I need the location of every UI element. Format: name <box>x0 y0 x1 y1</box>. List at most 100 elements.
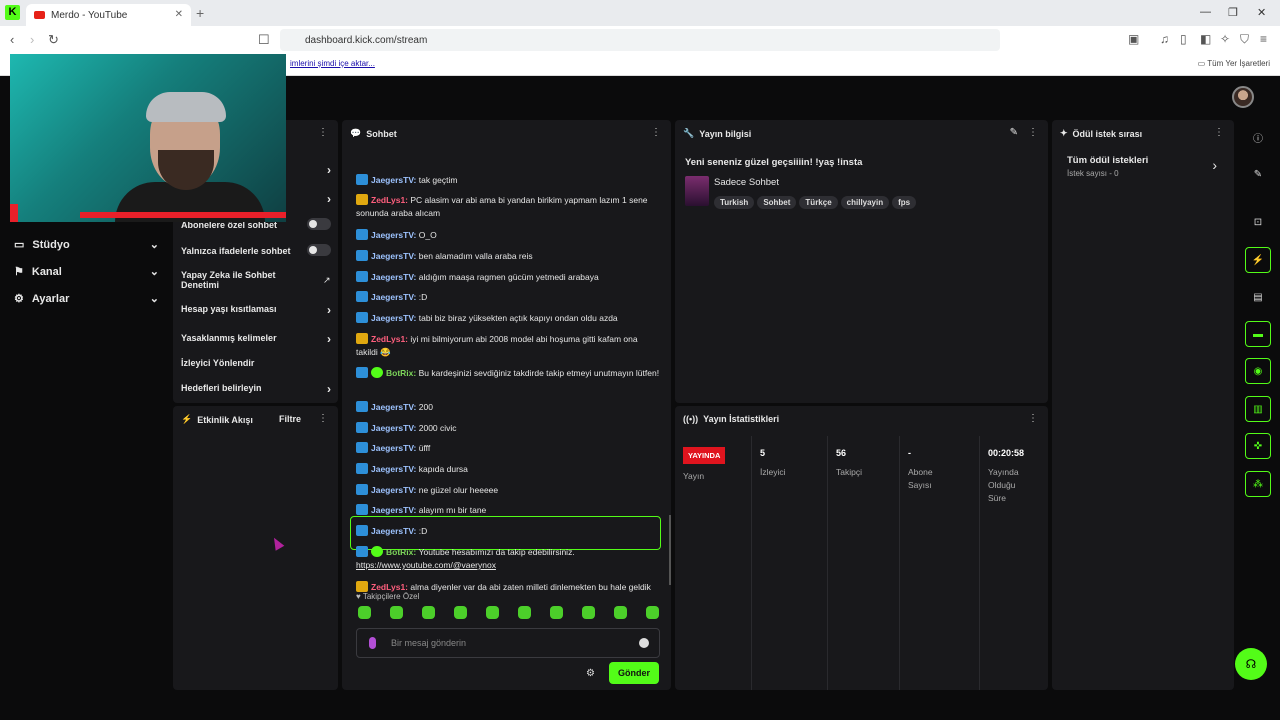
chat-username[interactable]: JaegersTV <box>371 251 414 261</box>
chat-message: JaegersTV: aldığım maaşa ragmen gücüm ye… <box>356 271 661 284</box>
emote-icon[interactable] <box>614 606 627 619</box>
nav-item-studio[interactable]: ▭ Stüdyo ⌄ <box>14 238 159 252</box>
nav-item-channel[interactable]: ⚑ Kanal ⌄ <box>14 265 159 279</box>
chat-username[interactable]: JaegersTV <box>371 402 414 412</box>
close-tab-icon[interactable]: ✕ <box>175 9 183 20</box>
forward-icon[interactable]: › <box>30 32 34 47</box>
emote-icon[interactable] <box>486 606 499 619</box>
chat-username[interactable]: JaegersTV <box>371 313 414 323</box>
chat-settings-gear-icon[interactable]: ⚙ <box>586 668 595 679</box>
emoji-picker-icon[interactable] <box>639 638 649 648</box>
more-options-icon[interactable]: ⋮ <box>651 127 661 138</box>
chat-username[interactable]: BotRix <box>386 547 413 557</box>
sidebar-icon[interactable]: ▯ <box>1180 32 1187 46</box>
emote-row <box>358 606 659 619</box>
chat-tool-icon[interactable]: ▬ <box>1245 321 1271 347</box>
pencil-icon[interactable]: ✎ <box>1245 161 1271 187</box>
url-field[interactable]: dashboard.kick.com/stream <box>280 29 1000 51</box>
chat-username[interactable]: JaegersTV <box>371 526 414 536</box>
chat-username[interactable]: JaegersTV <box>371 485 414 495</box>
panel-tool-icon[interactable]: ▥ <box>1245 396 1271 422</box>
subscriber-only-toggle[interactable] <box>307 218 331 230</box>
chat-username[interactable]: JaegersTV <box>371 230 414 240</box>
minimize-icon[interactable]: — <box>1200 6 1211 18</box>
emote-icon[interactable] <box>422 606 435 619</box>
chat-username[interactable]: JaegersTV <box>371 292 414 302</box>
extension-icon[interactable]: ▣ <box>1128 32 1139 46</box>
chat-input[interactable]: Bir mesaj gönderin <box>356 628 660 658</box>
chat-username[interactable]: ZedLys1 <box>371 582 405 592</box>
reward-tool-icon[interactable]: ⁂ <box>1245 471 1271 497</box>
account-age-row[interactable]: Hesap yaşı kısıtlaması › <box>181 303 331 317</box>
user-badge-icon <box>356 367 368 378</box>
vpn-icon[interactable]: ⛉ <box>1240 32 1249 47</box>
emote-only-toggle[interactable] <box>307 244 331 256</box>
emote-icon[interactable] <box>646 606 659 619</box>
ai-moderation-row[interactable]: Yapay Zeka ile Sohbet Denetimi <box>181 270 301 290</box>
edit-icon[interactable]: ✎ <box>1010 127 1018 138</box>
nav-item-settings[interactable]: ⚙ Ayarlar ⌄ <box>14 292 159 306</box>
chat-scrollbar[interactable] <box>669 515 671 585</box>
set-goals-row[interactable]: Hedefleri belirleyin › <box>181 382 331 396</box>
chat-username[interactable]: JaegersTV <box>371 505 414 515</box>
emote-icon[interactable] <box>454 606 467 619</box>
music-icon[interactable]: ♫ <box>1160 32 1169 46</box>
new-tab-button[interactable]: + <box>196 5 204 21</box>
more-options-icon[interactable]: ⋮ <box>318 413 328 424</box>
chat-username[interactable]: JaegersTV <box>371 175 414 185</box>
menu-icon[interactable]: ≡ <box>1260 32 1267 46</box>
broadcast-tool-icon[interactable]: ◉ <box>1245 358 1271 384</box>
wallet-icon[interactable]: ◧ <box>1200 32 1211 46</box>
more-options-icon[interactable]: ⋮ <box>1214 127 1224 138</box>
all-bookmarks-button[interactable]: ▭ Tüm Yer İşaretleri <box>1198 59 1270 68</box>
nav-label: Ayarlar <box>31 292 70 305</box>
user-badge-icon <box>356 525 368 536</box>
lightning-tool-icon[interactable]: ⚡ <box>1245 247 1271 273</box>
close-window-icon[interactable]: ✕ <box>1257 6 1266 19</box>
chat-text: O_O <box>418 230 437 240</box>
emote-icon[interactable] <box>390 606 403 619</box>
more-options-icon[interactable]: ⋮ <box>318 127 328 138</box>
stat-followers: 56 Takipçi <box>827 436 899 690</box>
microphone-icon[interactable] <box>369 637 376 649</box>
more-options-icon[interactable]: ⋮ <box>1028 413 1038 424</box>
support-icon[interactable]: ☊ <box>1235 648 1267 680</box>
chat-text: ben alamadım valla araba reis <box>418 251 533 261</box>
emote-icon[interactable] <box>358 606 371 619</box>
send-button[interactable]: Gönder <box>609 662 659 684</box>
banned-words-row[interactable]: Yasaklanmış kelimeler › <box>181 332 331 346</box>
chat-username[interactable]: BotRix <box>386 368 413 378</box>
import-bookmarks-link[interactable]: imlerini şimdi içe aktar... <box>290 59 375 68</box>
chat-username[interactable]: JaegersTV <box>371 272 414 282</box>
chat-username[interactable]: ZedLys1 <box>371 195 405 205</box>
viewer-redirect-row[interactable]: İzleyici Yönlendir <box>181 358 331 368</box>
chat-link[interactable]: https://www.youtube.com/@vaerynox <box>356 560 496 570</box>
chat-placeholder: Bir mesaj gönderin <box>391 638 467 648</box>
wrench-tool-icon[interactable]: ✜ <box>1245 433 1271 459</box>
info-icon[interactable]: ⓘ <box>1245 124 1271 150</box>
chat-username[interactable]: JaegersTV <box>371 464 414 474</box>
emote-icon[interactable] <box>550 606 563 619</box>
leo-icon[interactable]: ✧ <box>1220 32 1230 46</box>
tag: Türkçe <box>799 196 838 209</box>
setting-label: Hedefleri belirleyin <box>181 383 262 393</box>
layout-icon[interactable]: ⊡ <box>1245 209 1271 235</box>
restore-icon[interactable]: ❐ <box>1228 6 1238 19</box>
back-icon[interactable]: ‹ <box>10 32 14 47</box>
user-badge-icon <box>356 271 368 282</box>
kick-app-icon[interactable]: K <box>5 5 20 20</box>
document-icon[interactable]: ▤ <box>1245 284 1271 310</box>
emote-icon[interactable] <box>582 606 595 619</box>
browser-tab[interactable]: Merdo - YouTube ✕ <box>26 4 191 26</box>
filter-button[interactable]: Filtre <box>279 414 301 424</box>
more-options-icon[interactable]: ⋮ <box>1028 127 1038 138</box>
chat-username[interactable]: JaegersTV <box>371 443 414 453</box>
reload-icon[interactable]: ↻ <box>48 32 59 48</box>
chat-username[interactable]: JaegersTV <box>371 423 414 433</box>
external-link-icon[interactable]: ↗ <box>323 275 331 286</box>
all-rewards-link[interactable]: Tüm ödül istekleri İstek sayısı - 0 › <box>1067 155 1217 178</box>
emote-icon[interactable] <box>518 606 531 619</box>
user-avatar[interactable] <box>1232 86 1254 108</box>
bookmark-icon[interactable]: ☐ <box>258 32 270 48</box>
chat-username[interactable]: ZedLys1 <box>371 334 405 344</box>
